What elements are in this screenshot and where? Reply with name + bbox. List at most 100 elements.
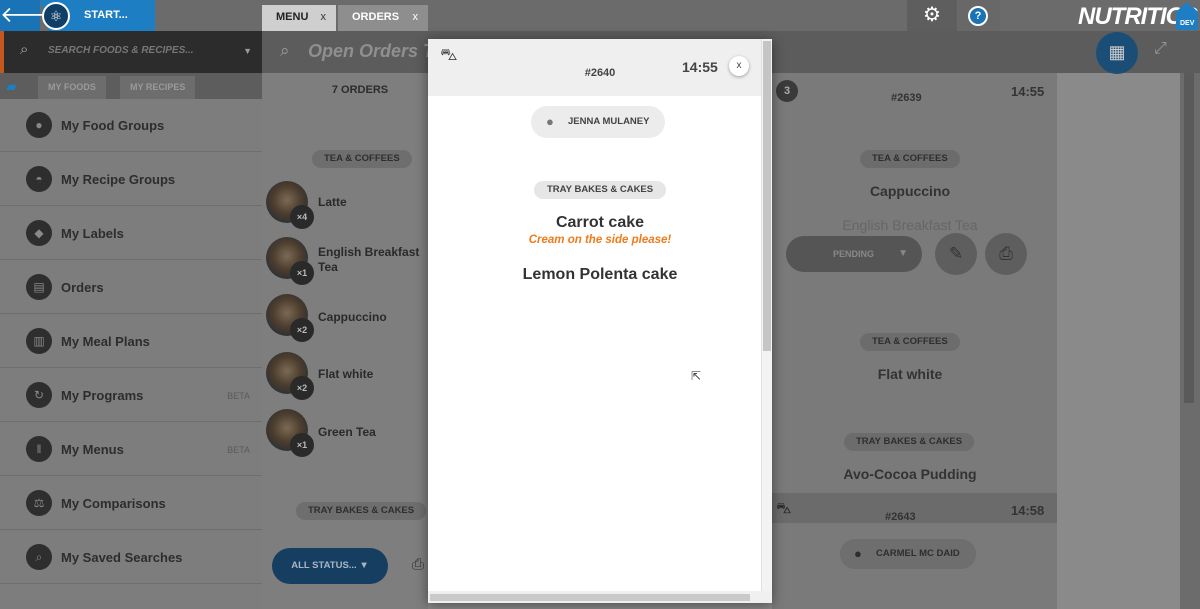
sidebar-item-saved-searches[interactable]: ⌕ My Saved Searches [0, 531, 262, 584]
sidebar-item-label: My Recipe Groups [61, 172, 176, 187]
list-item[interactable]: ×4 Latte [266, 181, 426, 229]
order-item: Lemon Polenta cake [522, 266, 678, 283]
sidebar-item-label: My Programs [61, 388, 144, 403]
search-input[interactable]: SEARCH FOODS & RECIPES... [48, 45, 194, 56]
list-item[interactable]: ×1 English Breakfast Tea [266, 237, 426, 285]
user-icon: ● [854, 546, 862, 561]
chevron-down-icon: ▼ [898, 248, 908, 259]
sidebar: ● My Food Groups ◓ My Recipe Groups ◆ My… [0, 99, 262, 609]
order-item: English Breakfast Tea [842, 217, 978, 233]
cycle-icon: ↻ [26, 382, 52, 408]
category-pill: TRAY BAKES & CAKES [844, 433, 975, 451]
sidebar-item-label: My Meal Plans [61, 334, 150, 349]
clipboard-icon: ▥ [26, 328, 52, 354]
sidebar-item-label: My Labels [61, 226, 124, 241]
printer-icon: ⎙ [999, 244, 1013, 263]
search-icon: ⌕ [20, 41, 29, 58]
chef-hat-icon: ◓ [26, 166, 52, 192]
sidebar-item-food-groups[interactable]: ● My Food Groups [0, 99, 262, 152]
mouse-cursor-icon: ⇱ [691, 369, 702, 383]
tab-orders[interactable]: ORDERS x [338, 5, 428, 31]
print-button[interactable]: ⎙ [412, 556, 424, 573]
quantity-badge: ×1 [290, 261, 314, 285]
start-label[interactable]: START... [84, 9, 128, 21]
order-item: Carrot cake [555, 214, 645, 231]
category-pill: TEA & COFFEES [860, 333, 960, 351]
category-pill: TRAY BAKES & CAKES [534, 181, 667, 199]
pencil-icon: ✎ [948, 244, 964, 263]
list-item[interactable]: ×1 Green Tea [266, 409, 426, 457]
customer-pill: ● JENNA MULANEY [531, 106, 666, 138]
sidebar-item-recipe-groups[interactable]: ◓ My Recipe Groups [0, 153, 262, 206]
status-value: PENDING [833, 249, 875, 259]
list-item[interactable]: ×2 Flat white [266, 352, 426, 400]
scrollbar[interactable] [761, 39, 772, 603]
quantity-badge: ×2 [290, 376, 314, 400]
printer-icon: ⎙ [412, 556, 425, 573]
cutlery-icon: ǁ [26, 436, 52, 462]
category-pill: TEA & COFFEES [312, 150, 412, 168]
status-filter-button[interactable]: ALL STATUS... ▼ [272, 548, 388, 584]
status-filter-label: ALL STATUS... [291, 560, 357, 571]
food-name: English Breakfast Tea [318, 245, 420, 274]
order-id: #2640 [584, 67, 616, 79]
folder-icon[interactable]: ▰ [6, 78, 17, 95]
start-logo-icon[interactable]: ⚛ [42, 2, 70, 30]
print-button[interactable]: ⎙ [985, 233, 1027, 275]
quantity-badge: ×4 [290, 205, 314, 229]
horizontal-scrollbar[interactable] [428, 591, 772, 603]
settings-button[interactable]: ⚙ [907, 0, 957, 31]
list-item[interactable]: ×2 Cappuccino [266, 294, 426, 342]
food-search-bar[interactable]: ⌕ SEARCH FOODS & RECIPES... ▼ [0, 31, 262, 73]
close-button[interactable]: x [729, 56, 749, 76]
scrollbar-thumb[interactable] [763, 41, 771, 351]
grid-icon: ▦ [1108, 42, 1126, 62]
food-name: Flat white [318, 367, 374, 381]
category-pill: TEA & COFFEES [860, 150, 960, 168]
sidebar-item-label: My Comparisons [61, 496, 166, 511]
order-id: #2639 [891, 92, 922, 104]
sidebar-item-orders[interactable]: ▤ Orders [0, 261, 262, 314]
tab-menu-close-icon[interactable]: x [321, 5, 327, 29]
scrollbar-thumb[interactable] [1184, 73, 1194, 403]
help-icon[interactable]: ? [968, 6, 988, 26]
top-bar [0, 0, 1200, 31]
grid-view-button[interactable]: ▦ [1096, 32, 1138, 74]
scrollbar[interactable] [1180, 73, 1200, 609]
tab-my-foods[interactable]: MY FOODS [38, 76, 106, 99]
sidebar-item-label: My Menus [61, 442, 124, 457]
sidebar-item-menus[interactable]: ǁ My Menus BETA [0, 423, 262, 476]
order-time: 14:55 [682, 59, 718, 75]
sidebar-item-comparisons[interactable]: ⚖ My Comparisons [0, 477, 262, 530]
customer-name: JENNA MULANEY [568, 116, 650, 127]
order-id: #2643 [885, 511, 916, 523]
tag-icon: ◆ [26, 220, 52, 246]
status-dropdown[interactable]: PENDING ▼ [786, 236, 922, 272]
order-time: 14:55 [1011, 84, 1045, 99]
scrollbar-thumb[interactable] [430, 594, 750, 601]
sidebar-item-programs[interactable]: ↻ My Programs BETA [0, 369, 262, 422]
tab-menu[interactable]: MENU x [262, 5, 336, 31]
edit-button[interactable]: ✎ [935, 233, 977, 275]
modal-header: ⛍ #2640 14:55 x [428, 39, 772, 96]
tab-my-recipes[interactable]: MY RECIPES [120, 76, 196, 99]
back-button[interactable]: 🡐 [0, 0, 59, 31]
item-note: Cream on the side please! [528, 234, 672, 246]
user-icon: ● [546, 114, 554, 129]
food-name: Green Tea [318, 425, 376, 439]
order-item: Avo-Cocoa Pudding [843, 466, 977, 482]
search-icon: ⌕ [280, 41, 290, 60]
sidebar-item-meal-plans[interactable]: ▥ My Meal Plans [0, 315, 262, 368]
tab-orders-close-icon[interactable]: x [413, 5, 419, 29]
fullscreen-button[interactable]: ⤢ [1154, 40, 1167, 58]
sidebar-item-labels[interactable]: ◆ My Labels [0, 207, 262, 260]
dev-badge: DEV [1180, 20, 1195, 27]
apple-icon: ● [26, 112, 52, 138]
order-item: Flat white [877, 366, 943, 382]
customer-pill: ● CARMEL MC DAID [840, 539, 976, 569]
order-count-badge: 3 [776, 80, 798, 102]
chevron-down-icon[interactable]: ▼ [243, 46, 252, 56]
receipt-icon: ▤ [26, 274, 52, 300]
sidebar-item-label: My Food Groups [61, 118, 165, 133]
takeaway-bag-icon: ⛍ [776, 500, 792, 517]
